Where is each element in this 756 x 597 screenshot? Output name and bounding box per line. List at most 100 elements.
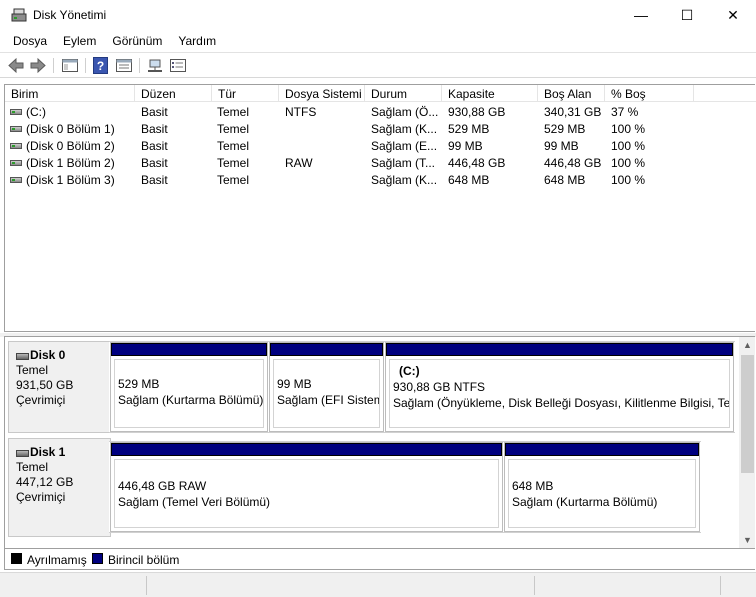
disk-1-type: Temel xyxy=(16,460,49,474)
cell-duzen: Basit xyxy=(141,122,168,136)
cell-bos-alan: 529 MB xyxy=(544,122,586,136)
cell-durum: Sağlam (T... xyxy=(371,156,436,170)
scroll-down-icon[interactable]: ▼ xyxy=(743,535,752,545)
properties-icon[interactable] xyxy=(115,57,133,74)
volume-icon xyxy=(10,109,22,115)
status-bar xyxy=(0,572,756,597)
disk-1-label[interactable]: Disk 1 Temel 447,12 GB Çevrimiçi xyxy=(8,438,111,537)
column-header-duzen[interactable]: Düzen xyxy=(135,85,212,102)
close-button[interactable]: ✕ xyxy=(710,0,756,30)
disk-graph-pane: Disk 0 Temel 931,50 GB Çevrimiçi 529 MB … xyxy=(4,336,755,549)
partition-info: 99 MB Sağlam (EFI Sistem xyxy=(273,359,380,428)
cell-bos-alan: 340,31 GB xyxy=(544,105,602,119)
column-header-yuzde-bos[interactable]: % Boş xyxy=(605,85,694,102)
column-header-dosya-sistemi[interactable]: Dosya Sistemi xyxy=(279,85,365,102)
partition-disk1-raw[interactable]: 446,48 GB RAW Sağlam (Temel Veri Bölümü) xyxy=(110,442,503,532)
toolbar-separator xyxy=(53,58,54,73)
title-bar: Disk Yönetimi — ☐ ✕ xyxy=(0,0,756,30)
partition-info: 529 MB Sağlam (Kurtarma Bölümü) xyxy=(114,359,264,428)
cell-durum: Sağlam (Ö... xyxy=(371,105,439,119)
table-row[interactable]: (Disk 0 Bölüm 1) Basit Temel Sağlam (K..… xyxy=(5,121,756,138)
toolbar-separator xyxy=(85,58,86,73)
disk-1-partitions: 446,48 GB RAW Sağlam (Temel Veri Bölümü)… xyxy=(109,441,701,533)
volume-icon xyxy=(10,126,22,132)
volume-icon xyxy=(10,177,22,183)
cell-tur: Temel xyxy=(217,122,250,136)
partition-info: 648 MB Sağlam (Kurtarma Bölümü) xyxy=(508,459,696,528)
disk-0-size: 931,50 GB xyxy=(16,378,74,392)
partition-size: 648 MB xyxy=(512,479,554,493)
table-row[interactable]: (Disk 1 Bölüm 3) Basit Temel Sağlam (K..… xyxy=(5,172,756,189)
list-view-icon[interactable] xyxy=(169,57,187,74)
menu-gorunum[interactable]: Görünüm xyxy=(104,31,170,52)
primary-partition-bar xyxy=(111,443,502,456)
menu-eylem[interactable]: Eylem xyxy=(55,31,104,52)
help-icon[interactable]: ? xyxy=(92,57,110,74)
status-segment xyxy=(720,576,721,595)
cell-birim: (Disk 1 Bölüm 3) xyxy=(26,173,115,187)
cell-yuzde-bos: 100 % xyxy=(611,173,646,187)
column-header-durum[interactable]: Durum xyxy=(365,85,442,102)
disk-1-status: Çevrimiçi xyxy=(16,490,66,504)
partition-status: Sağlam (Temel Veri Bölümü) xyxy=(118,495,271,509)
cell-kapasite: 648 MB xyxy=(448,173,490,187)
cell-yuzde-bos: 37 % xyxy=(611,105,639,119)
primary-partition-bar xyxy=(386,343,733,356)
menu-yardim[interactable]: Yardım xyxy=(170,31,224,52)
disk-management-app-icon xyxy=(11,8,27,22)
primary-partition-bar xyxy=(505,443,699,456)
partition-size: 529 MB xyxy=(118,377,160,391)
legend-unallocated: Ayrılmamış xyxy=(27,553,87,567)
partition-disk1-recovery[interactable]: 648 MB Sağlam (Kurtarma Bölümü) xyxy=(504,442,700,532)
cell-yuzde-bos: 100 % xyxy=(611,122,646,136)
cell-birim: (C:) xyxy=(26,105,46,119)
minimize-button[interactable]: — xyxy=(618,0,664,30)
disk-0-label[interactable]: Disk 0 Temel 931,50 GB Çevrimiçi xyxy=(8,341,111,433)
maximize-icon: ☐ xyxy=(680,6,694,23)
volume-icon xyxy=(10,143,22,149)
partition-disk0-recovery[interactable]: 529 MB Sağlam (Kurtarma Bölümü) xyxy=(110,342,268,432)
partition-status: Sağlam (Önyükleme, Disk Belleği Dosyası,… xyxy=(393,396,730,410)
cell-duzen: Basit xyxy=(141,156,168,170)
menu-dosya[interactable]: Dosya xyxy=(0,31,55,52)
partition-size: 99 MB xyxy=(277,377,312,391)
column-header-tur[interactable]: Tür xyxy=(212,85,279,102)
column-header-bos-alan[interactable]: Boş Alan xyxy=(538,85,605,102)
maximize-button[interactable]: ☐ xyxy=(664,0,710,30)
primary-partition-bar xyxy=(111,343,267,356)
column-header-birim[interactable]: Birim xyxy=(5,85,135,102)
partition-status: Sağlam (Kurtarma Bölümü) xyxy=(512,495,658,509)
connect-icon[interactable] xyxy=(146,57,164,74)
unallocated-swatch xyxy=(11,553,22,564)
cell-durum: Sağlam (K... xyxy=(371,173,438,187)
volume-icon xyxy=(10,160,22,166)
table-row[interactable]: (Disk 0 Bölüm 2) Basit Temel Sağlam (E..… xyxy=(5,138,756,155)
cell-dosya-sistemi: NTFS xyxy=(285,105,317,119)
table-row[interactable]: (Disk 1 Bölüm 2) Basit Temel RAW Sağlam … xyxy=(5,155,756,172)
partition-disk0-efi[interactable]: 99 MB Sağlam (EFI Sistem xyxy=(269,342,384,432)
disk-1-name: Disk 1 xyxy=(16,445,110,460)
cell-bos-alan: 446,48 GB xyxy=(544,156,602,170)
cell-kapasite: 930,88 GB xyxy=(448,105,506,119)
vertical-scrollbar[interactable]: ▲ ▼ xyxy=(739,337,755,548)
disk-0-name: Disk 0 xyxy=(16,348,110,363)
column-header-kapasite[interactable]: Kapasite xyxy=(442,85,538,102)
cell-birim: (Disk 0 Bölüm 1) xyxy=(26,122,115,136)
table-row[interactable]: (C:) Basit Temel NTFS Sağlam (Ö... 930,8… xyxy=(5,104,756,121)
cell-kapasite: 529 MB xyxy=(448,122,490,136)
scroll-up-icon[interactable]: ▲ xyxy=(743,340,752,350)
legend-primary-partition: Birincil bölüm xyxy=(108,553,180,567)
status-segment xyxy=(534,576,535,595)
cell-bos-alan: 648 MB xyxy=(544,173,586,187)
cell-dosya-sistemi: RAW xyxy=(285,156,313,170)
forward-icon[interactable] xyxy=(29,57,47,74)
toolbar-separator xyxy=(139,58,140,73)
scrollbar-thumb[interactable] xyxy=(741,355,754,473)
console-tree-icon[interactable] xyxy=(61,57,79,74)
partition-c-drive[interactable]: (C:) 930,88 GB NTFS Sağlam (Önyükleme, D… xyxy=(385,342,734,432)
list-header: Birim Düzen Tür Dosya Sistemi Durum Kapa… xyxy=(5,85,756,102)
partition-info: (C:) 930,88 GB NTFS Sağlam (Önyükleme, D… xyxy=(389,359,730,428)
cell-kapasite: 99 MB xyxy=(448,139,483,153)
partition-status: Sağlam (EFI Sistem xyxy=(277,393,380,407)
back-icon[interactable] xyxy=(7,57,25,74)
